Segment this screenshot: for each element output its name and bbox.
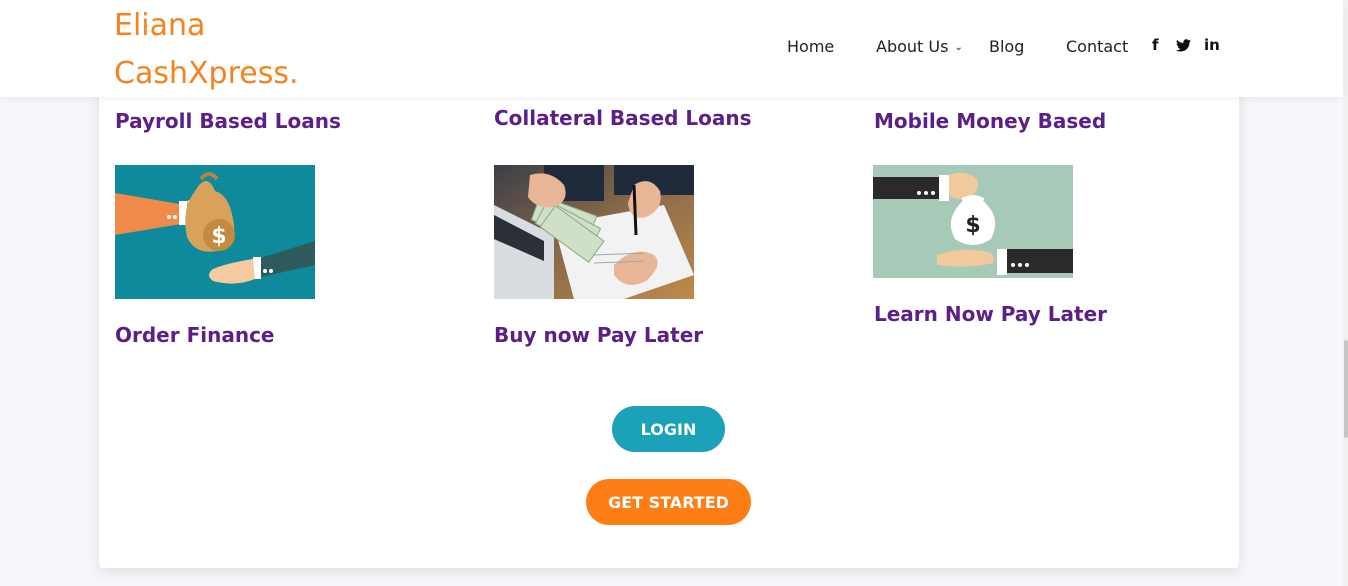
buy-now-pay-later-image[interactable] [494,165,694,299]
facebook-icon[interactable]: f [1152,36,1159,54]
product-title-payroll[interactable]: Payroll Based Loans [115,109,341,133]
product-title-order-finance[interactable]: Order Finance [115,323,274,347]
scrollbar-track[interactable] [1343,0,1348,586]
product-title-buy-now-pay-later[interactable]: Buy now Pay Later [494,323,703,347]
site-header: Eliana CashXpress. Home About Us ⌄ Blog C… [0,0,1343,97]
mobile-money-image[interactable]: $ [873,165,1073,278]
product-title-collateral[interactable]: Collateral Based Loans [494,106,752,130]
nav-blog[interactable]: Blog [989,37,1024,57]
linkedin-icon[interactable]: in [1204,36,1220,54]
brand-logo[interactable]: Eliana CashXpress. [114,2,299,98]
product-title-mobile-money[interactable]: Mobile Money Based [874,109,1106,133]
order-finance-image[interactable]: $ [115,165,315,299]
nav-about[interactable]: About Us ⌄ [876,37,963,58]
nav-about-label: About Us [876,37,949,56]
svg-text:$: $ [211,224,226,249]
nav-contact[interactable]: Contact [1066,37,1128,57]
get-started-button[interactable]: GET STARTED [586,479,751,525]
chevron-down-icon: ⌄ [954,41,963,53]
nav-home[interactable]: Home [787,37,834,57]
twitter-icon[interactable] [1176,38,1191,56]
product-title-learn-now-pay-later[interactable]: Learn Now Pay Later [874,302,1107,326]
brand-line-2: CashXpress. [114,56,299,91]
svg-text:$: $ [965,213,980,238]
login-button[interactable]: LOGIN [612,406,725,452]
brand-line-1: Eliana [114,8,206,43]
scrollbar-thumb[interactable] [1344,340,1348,438]
